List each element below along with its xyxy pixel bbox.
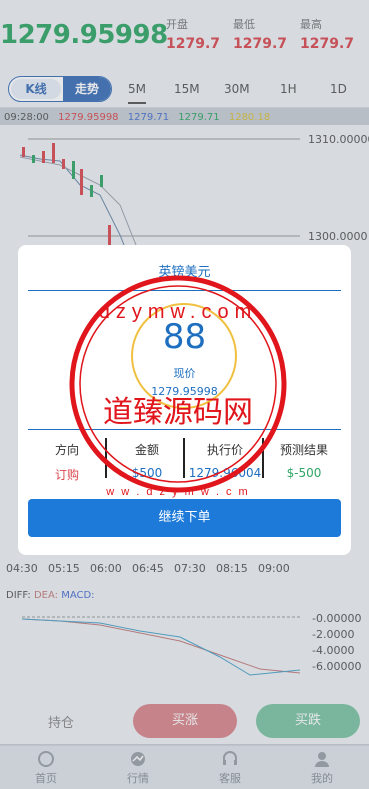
direction-value: 订购 bbox=[54, 468, 79, 482]
continue-order-button[interactable]: 继续下单 bbox=[28, 499, 341, 537]
column-divider bbox=[262, 438, 264, 478]
divider bbox=[28, 290, 341, 291]
direction-column: 方向 订购 bbox=[28, 441, 106, 483]
result-value: $-500 bbox=[286, 466, 322, 480]
strike-column: 执行价 1279.96004 bbox=[186, 441, 264, 480]
strike-value: 1279.96004 bbox=[188, 466, 262, 480]
result-column: 预测结果 $-500 bbox=[265, 441, 343, 480]
countdown-value: 88 bbox=[162, 317, 207, 357]
direction-header: 方向 bbox=[54, 443, 79, 457]
current-price-value: 1279.95998 bbox=[151, 385, 218, 398]
strike-header: 执行价 bbox=[206, 443, 243, 457]
current-price-label: 现价 bbox=[173, 367, 196, 380]
column-divider bbox=[105, 438, 107, 478]
column-divider bbox=[183, 438, 185, 478]
amount-column: 金额 $500 bbox=[108, 441, 186, 480]
amount-header: 金额 bbox=[134, 443, 159, 457]
divider bbox=[28, 429, 341, 430]
amount-value: $500 bbox=[131, 466, 163, 480]
modal-title: 英镑美元 bbox=[158, 265, 211, 280]
result-header: 预测结果 bbox=[279, 443, 328, 457]
order-result-modal: 英镑美元 88 现价 1279.95998 方向 订购 金额 $500 执行价 … bbox=[18, 245, 351, 555]
